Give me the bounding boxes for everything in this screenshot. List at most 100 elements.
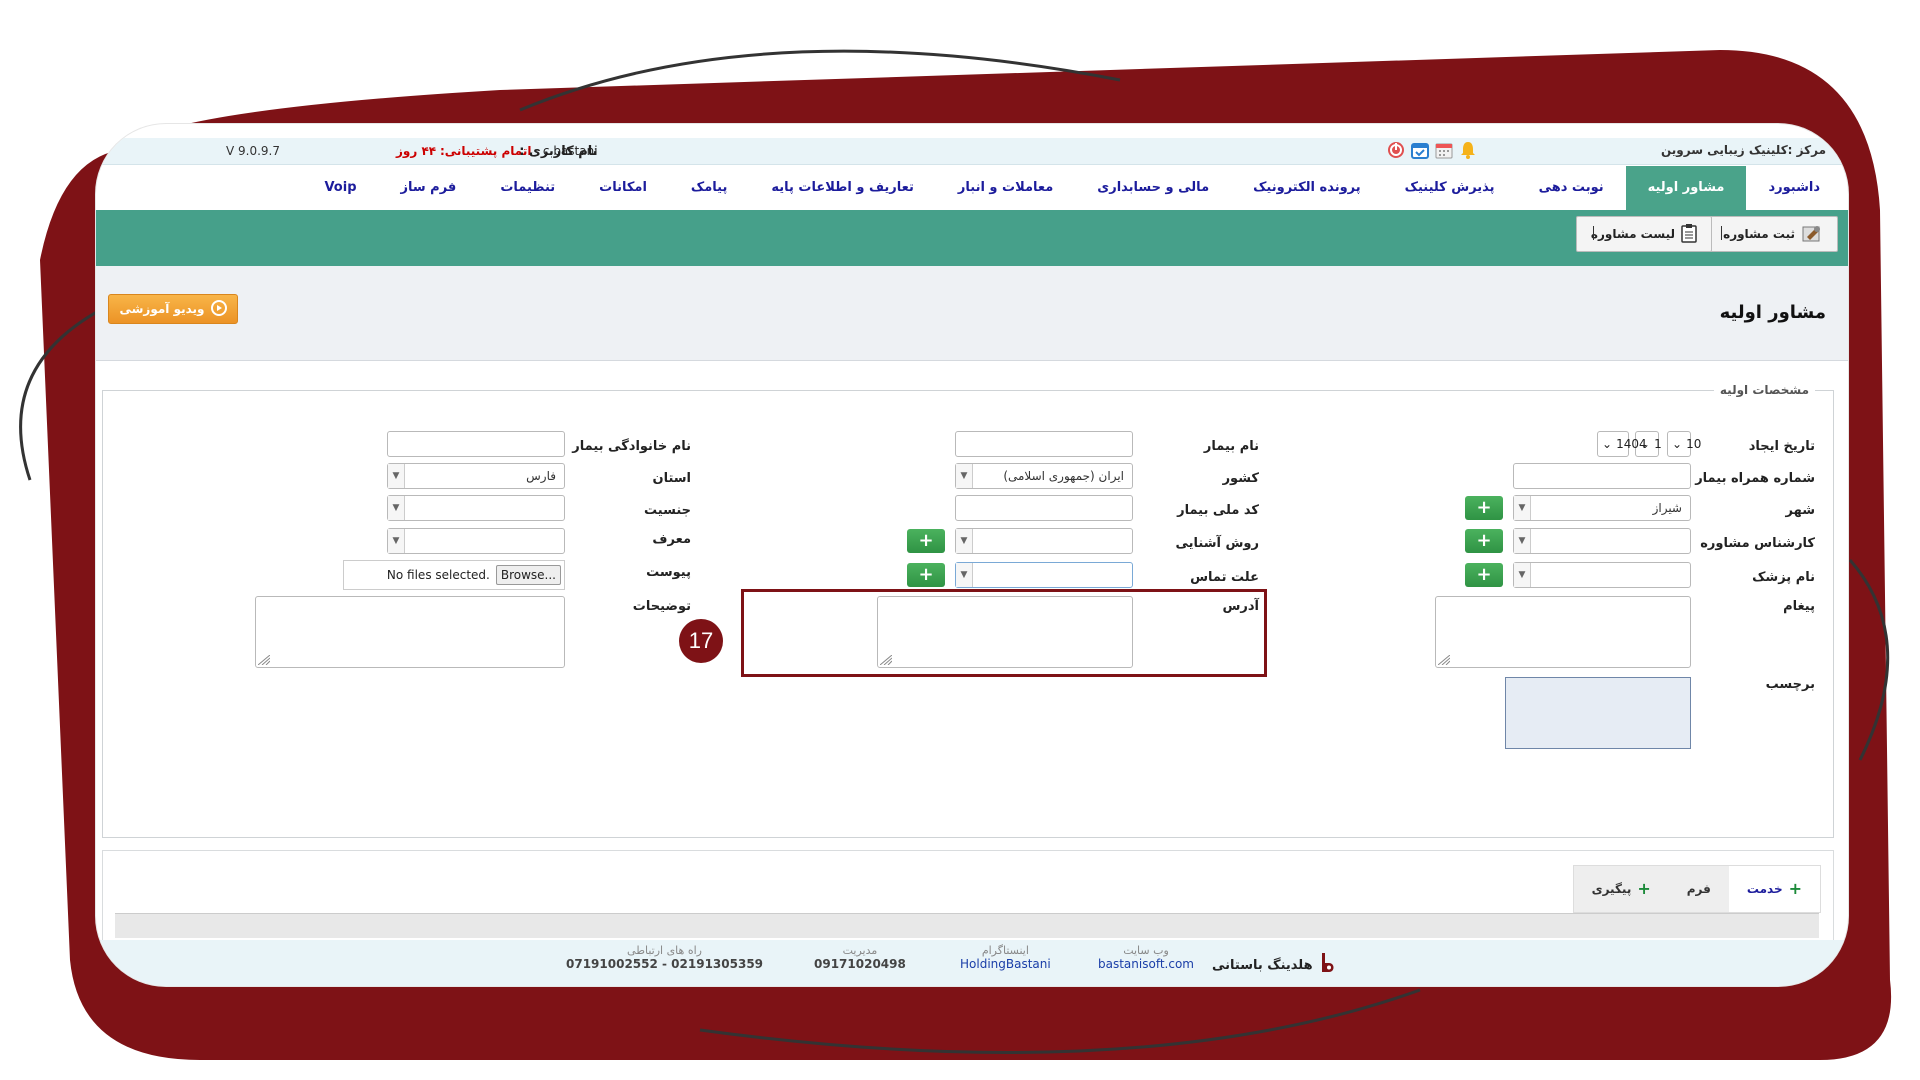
bottom-tab-label: پیگیری <box>1591 882 1632 896</box>
nav-item[interactable]: داشبورد <box>1746 166 1842 210</box>
patient-name-input[interactable] <box>955 431 1133 457</box>
play-icon <box>210 299 227 319</box>
file-status-text: No files selected. <box>386 568 490 582</box>
referrer-select[interactable]: ▼ <box>387 528 565 554</box>
national-code-input[interactable] <box>955 495 1133 521</box>
footer-management: مدیریت 09171020498 <box>814 944 906 971</box>
calendar-check-icon[interactable] <box>1410 140 1430 160</box>
acquaintance-label: روش آشنایی <box>1175 536 1260 551</box>
gender-select[interactable]: ▼ <box>387 495 565 521</box>
nav-item[interactable]: نوبت دهی <box>1517 166 1626 210</box>
nav-item[interactable]: پرونده الکترونیک <box>1231 166 1383 210</box>
date-day-select[interactable]: ⌄ 10 <box>1667 431 1701 457</box>
nav-item[interactable]: Voip <box>302 166 378 210</box>
family-name-label: نام خانوادگی بیمار <box>572 439 691 454</box>
attachment-file-input[interactable]: No files selected. Browse... <box>343 560 565 590</box>
city-label: شهر <box>1785 503 1815 518</box>
country-select[interactable]: ایران (جمهوری اسلامی) ▼ <box>955 463 1133 489</box>
tag-box[interactable] <box>1505 677 1691 749</box>
chevron-down-icon: ⌄ <box>1602 437 1613 451</box>
resize-grip-icon <box>258 655 270 665</box>
nav-item[interactable]: مالی و حسابداری <box>1075 166 1231 210</box>
footer-website: وب سایت bastanisoft.com <box>1098 944 1194 971</box>
province-label: استان <box>652 471 691 486</box>
city-select[interactable]: شیراز ▼ <box>1513 495 1691 521</box>
bottom-tab[interactable]: فرم <box>1669 866 1729 912</box>
consultant-select[interactable]: ▼ <box>1513 528 1691 554</box>
country-label: کشور <box>1222 471 1259 486</box>
nav-item[interactable]: تنظیمات <box>478 166 577 210</box>
register-consultation-button[interactable]: ثبت مشاوره <box>1708 216 1838 252</box>
chevron-down-icon: ▼ <box>1514 496 1531 520</box>
plus-icon: + <box>1637 879 1651 898</box>
instagram-link[interactable]: HoldingBastani <box>960 957 1051 971</box>
bottom-tab-label: خدمت <box>1746 882 1783 896</box>
nav-item[interactable]: فرم ساز <box>379 166 479 210</box>
add-consultant-button[interactable]: + <box>1465 529 1503 553</box>
add-doctor-button[interactable]: + <box>1465 563 1503 587</box>
nav-item[interactable]: امکانات <box>577 166 669 210</box>
bottom-tabs: + خدمت فرم + پیگیری <box>1572 865 1821 913</box>
nav-item[interactable]: تعاریف و اطلاعات پایه <box>749 166 936 210</box>
website-link[interactable]: bastanisoft.com <box>1098 957 1194 971</box>
register-consultation-icon <box>1801 223 1823 246</box>
basic-info-fieldset: مشخصات اولیه تاریخ ایجاد شماره همراه بیم… <box>102 383 1834 838</box>
support-label: اتمام پشتیبانی: <box>439 144 532 158</box>
description-textarea[interactable] <box>255 596 565 668</box>
chevron-down-icon: ▼ <box>956 464 973 488</box>
date-year-select[interactable]: ⌄ 1404 <box>1597 431 1647 457</box>
add-city-button[interactable]: + <box>1465 496 1503 520</box>
contact-reason-select[interactable]: ▼ <box>955 562 1133 588</box>
date-month-value: 1 <box>1654 437 1662 451</box>
mobile-input[interactable] <box>1513 463 1691 489</box>
user-label: نام کاربری : <box>519 144 598 159</box>
country-value: ایران (جمهوری اسلامی) <box>1003 469 1124 483</box>
consultation-list-button[interactable]: لیست مشاوره <box>1575 216 1712 252</box>
nav-item[interactable]: معاملات و انبار <box>936 166 1075 210</box>
nav-item[interactable]: پیامک <box>669 166 749 210</box>
chevron-down-icon: ▼ <box>388 496 405 520</box>
top-icons <box>1386 140 1478 160</box>
referrer-label: معرف <box>652 532 691 547</box>
date-year-value: 1404 <box>1616 437 1647 451</box>
bastani-logo-icon <box>1319 952 1337 978</box>
description-label: توضیحات <box>632 599 691 614</box>
bottom-tabs-panel: + خدمت فرم + پیگیری <box>102 850 1834 942</box>
chevron-down-icon: ⌄ <box>1672 437 1683 451</box>
bottom-tab[interactable]: + پیگیری <box>1574 866 1669 912</box>
doctor-label: نام پزشک <box>1752 570 1815 585</box>
acquaintance-select[interactable]: ▼ <box>955 528 1133 554</box>
calendar-icon[interactable] <box>1434 140 1454 160</box>
tag-label: برچسب <box>1765 677 1815 692</box>
chevron-down-icon: ▼ <box>956 563 973 587</box>
attachment-label: پیوست <box>646 565 691 580</box>
browse-button[interactable]: Browse... <box>495 565 561 585</box>
add-contact-reason-button[interactable]: + <box>907 563 945 587</box>
chevron-down-icon: ▼ <box>388 529 405 553</box>
consultation-list-label: لیست مشاوره <box>1590 227 1675 241</box>
bell-icon[interactable] <box>1458 140 1478 160</box>
green-toolbar: ثبت مشاوره لیست مشاوره <box>96 210 1848 266</box>
version-label: V 9.0.9.7 <box>226 144 281 158</box>
chevron-down-icon: ▼ <box>388 464 405 488</box>
support-value: ۴۴ روز <box>396 144 437 158</box>
management-phone: 09171020498 <box>814 957 906 971</box>
app-screen: V 9.0.9.7 نام کاربری : c.bastani اتمام پ… <box>96 124 1848 986</box>
clipboard-icon <box>1681 223 1697 246</box>
message-textarea[interactable] <box>1435 596 1691 668</box>
province-select[interactable]: فارس ▼ <box>387 463 565 489</box>
doctor-select[interactable]: ▼ <box>1513 562 1691 588</box>
power-icon[interactable] <box>1386 140 1406 160</box>
family-name-input[interactable] <box>387 431 565 457</box>
footer-instagram: اینستاگرام HoldingBastani <box>960 944 1051 971</box>
website-caption: وب سایت <box>1123 944 1169 957</box>
page-header: مشاور اولیه ویدیو آموزشی <box>96 266 1848 361</box>
add-acquaintance-button[interactable]: + <box>907 529 945 553</box>
chevron-down-icon: ▼ <box>1514 529 1531 553</box>
nav-item[interactable]: پذیرش کلینیک <box>1383 166 1517 210</box>
bottom-tab[interactable]: + خدمت <box>1728 866 1820 912</box>
tutorial-video-button[interactable]: ویدیو آموزشی <box>108 294 238 324</box>
gender-label: جنسیت <box>644 503 691 518</box>
nav-item[interactable]: مشاور اولیه <box>1625 166 1747 210</box>
tab-content-strip <box>115 913 1819 938</box>
